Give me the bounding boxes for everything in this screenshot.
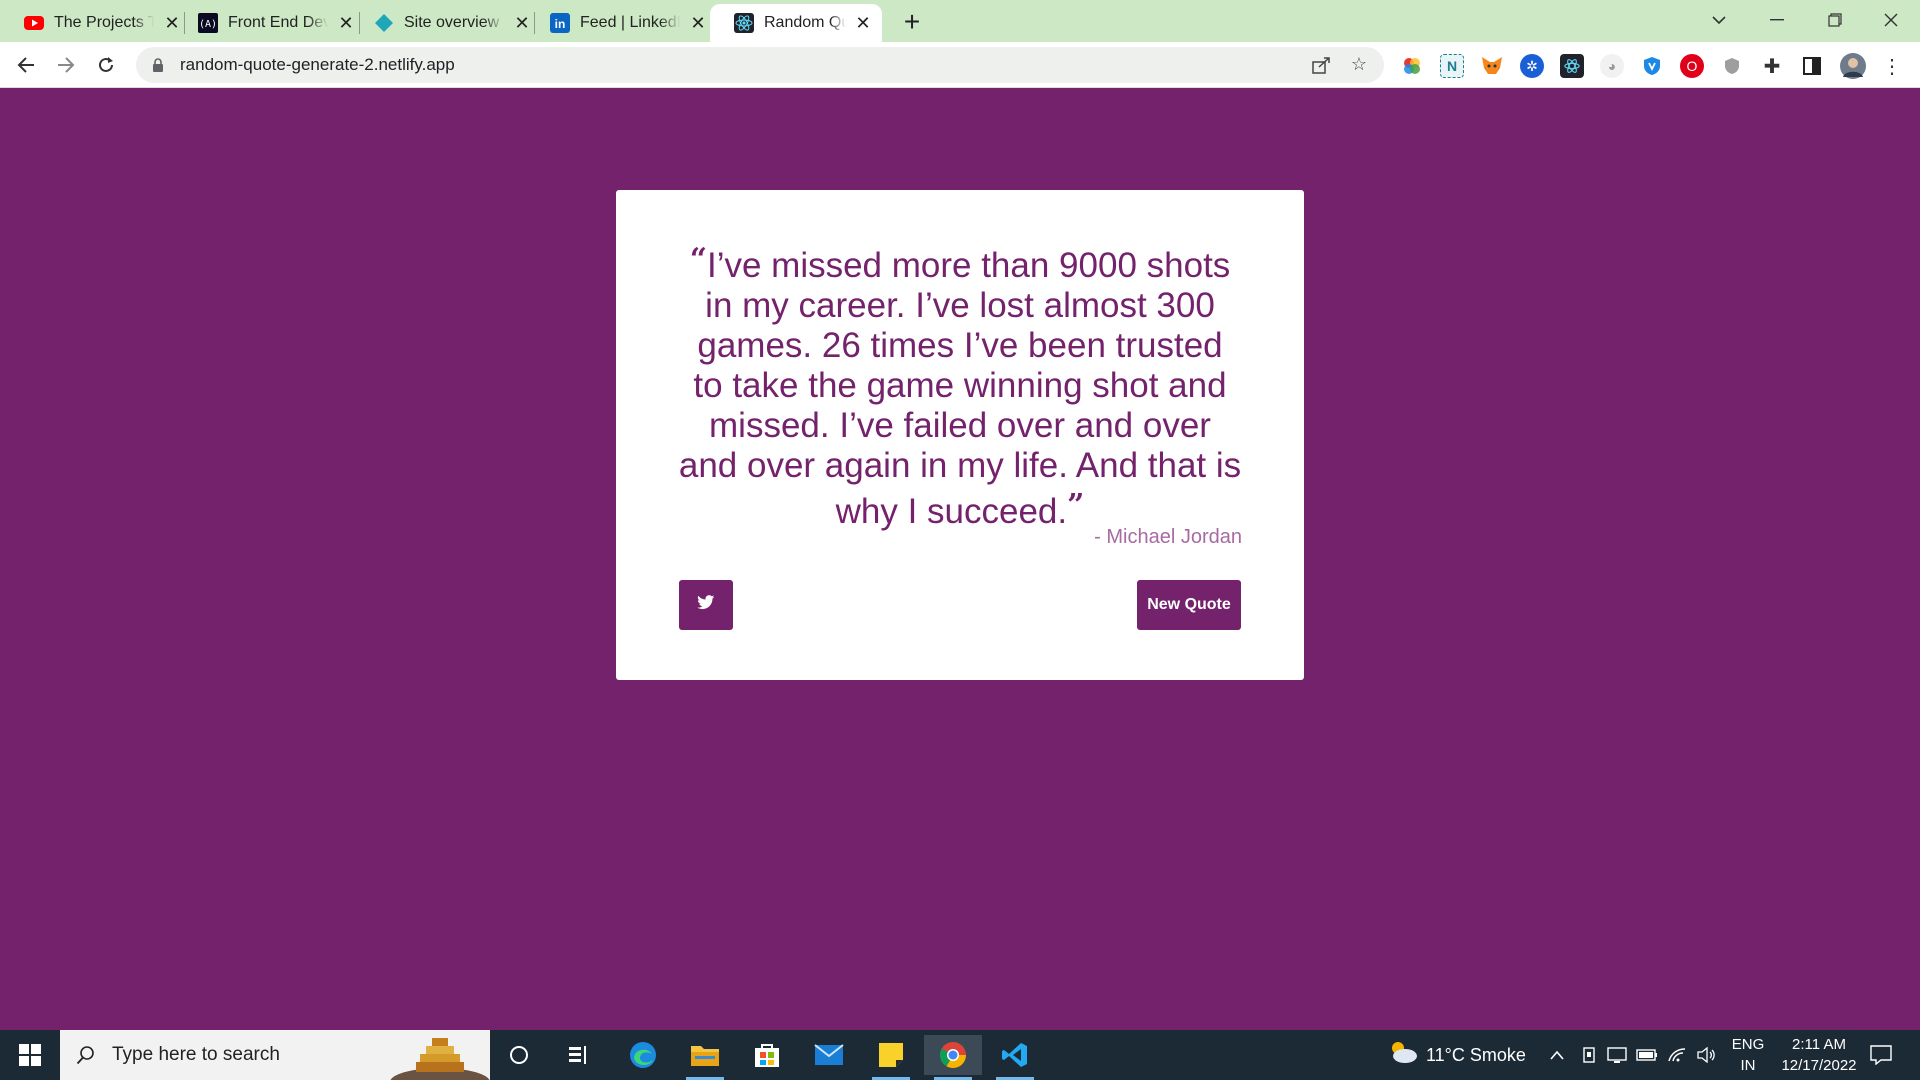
battery-icon[interactable] <box>1636 1043 1658 1067</box>
weather-text[interactable]: 11°C Smoke <box>1426 1045 1526 1066</box>
lock-icon[interactable] <box>150 57 166 73</box>
panda-extension-icon[interactable]: ◕ <box>1600 54 1624 78</box>
back-arrow-icon[interactable] <box>10 49 42 81</box>
reload-icon[interactable] <box>90 49 122 81</box>
search-icon <box>76 1045 96 1065</box>
more-menu-icon[interactable]: ⋮ <box>1880 54 1904 78</box>
tab-title: Site overview | <box>404 14 504 31</box>
display-settings-icon[interactable] <box>1606 1043 1628 1067</box>
clock[interactable]: 2:11 AM 12/17/2022 <box>1772 1036 1866 1074</box>
tab-title: Random Quote <box>764 14 847 31</box>
url-text[interactable]: random-quote-generate-2.netlify.app <box>180 55 455 75</box>
edge-browser-icon[interactable] <box>614 1035 672 1075</box>
tab-strip: The Projects Th ✕ (A) Front End Dev ✕ Si… <box>0 0 1920 42</box>
search-highlight-illustration <box>390 1032 490 1080</box>
tab-title: Front End Dev <box>228 14 328 31</box>
bookmark-star-icon[interactable]: ☆ <box>1348 53 1370 75</box>
notification-center-icon[interactable] <box>1866 1043 1896 1067</box>
input-language[interactable]: ENG IN <box>1728 1036 1768 1074</box>
weather-cloud-icon[interactable] <box>1386 1040 1420 1064</box>
address-bar[interactable]: random-quote-generate-2.netlify.app ☆ <box>136 47 1384 83</box>
close-window-icon[interactable] <box>1862 0 1920 40</box>
volume-icon[interactable] <box>1696 1043 1718 1067</box>
react-icon <box>734 13 754 33</box>
wifi-icon[interactable] <box>1666 1043 1688 1067</box>
region-code: IN <box>1740 1057 1756 1074</box>
shield-extension-icon[interactable] <box>1640 54 1664 78</box>
react-devtools-icon[interactable] <box>1560 54 1584 78</box>
tab-title: Feed | LinkedIn <box>580 14 680 31</box>
windows-start-icon[interactable] <box>0 1030 60 1080</box>
tab-freecodecamp[interactable]: (A) Front End Dev ✕ <box>174 4 366 42</box>
clock-date: 12/17/2022 <box>1781 1057 1857 1074</box>
minimize-icon[interactable] <box>1748 0 1806 40</box>
show-hidden-icons-chevron-icon[interactable] <box>1546 1043 1568 1067</box>
close-tab-icon[interactable]: ✕ <box>854 13 872 33</box>
share-icon[interactable] <box>1310 54 1332 76</box>
mail-icon[interactable] <box>800 1035 858 1075</box>
close-quote-icon: ” <box>1067 488 1085 523</box>
quote-author: - Michael Jordan <box>1094 526 1242 548</box>
blue-extension-icon[interactable]: ✲ <box>1520 54 1544 78</box>
restore-icon[interactable] <box>1806 0 1864 40</box>
color-picker-extension-icon[interactable] <box>1400 54 1424 78</box>
device-icon[interactable] <box>1578 1043 1600 1067</box>
privacy-shield-icon[interactable] <box>1720 54 1744 78</box>
new-tab-button[interactable]: + <box>896 6 928 38</box>
metamask-fox-icon[interactable] <box>1480 54 1504 78</box>
svg-text:in: in <box>555 17 566 31</box>
tweet-quote-button[interactable] <box>679 580 733 630</box>
vscode-icon[interactable] <box>986 1035 1044 1080</box>
tab-netlify[interactable]: Site overview | ✕ <box>350 4 542 42</box>
opera-extension-icon[interactable]: O <box>1680 54 1704 78</box>
quote-body: I’ve missed more than 9000 shots in my c… <box>678 246 1242 531</box>
forward-arrow-icon[interactable] <box>50 49 82 81</box>
side-panel-icon[interactable] <box>1800 54 1824 78</box>
freecodecamp-icon: (A) <box>198 13 218 33</box>
quote-text: “I’ve missed more than 9000 shots in my … <box>678 240 1242 532</box>
tab-search-chevron-icon[interactable] <box>1690 0 1748 40</box>
extensions-puzzle-icon[interactable]: ✚ <box>1760 54 1784 78</box>
tab-youtube[interactable]: The Projects Th ✕ <box>0 4 192 42</box>
profile-avatar[interactable] <box>1840 53 1866 79</box>
linkedin-icon: in <box>550 13 570 33</box>
chrome-browser-icon[interactable] <box>924 1035 982 1080</box>
notion-extension-icon[interactable]: N <box>1440 54 1464 78</box>
open-quote-icon: “ <box>689 242 707 277</box>
sticky-notes-icon[interactable] <box>862 1035 920 1080</box>
svg-text:(A): (A) <box>199 19 217 30</box>
microsoft-store-icon[interactable] <box>738 1035 796 1075</box>
tab-title: The Projects Th <box>54 14 154 31</box>
search-placeholder[interactable]: Type here to search <box>112 1044 280 1066</box>
cortana-circle-icon[interactable] <box>490 1035 548 1075</box>
new-quote-button[interactable]: New Quote <box>1137 580 1241 630</box>
task-view-icon[interactable] <box>550 1035 608 1075</box>
twitter-icon <box>697 595 715 615</box>
file-explorer-icon[interactable] <box>676 1035 734 1080</box>
youtube-icon <box>24 13 44 33</box>
netlify-icon <box>374 13 394 33</box>
tab-linkedin[interactable]: in Feed | LinkedIn ✕ <box>526 4 718 42</box>
language-code: ENG <box>1731 1036 1765 1053</box>
tab-random-quote[interactable]: Random Quote ✕ <box>710 4 882 42</box>
clock-time: 2:11 AM <box>1792 1036 1846 1053</box>
quote-box: “I’ve missed more than 9000 shots in my … <box>616 190 1304 680</box>
taskbar-search-box[interactable]: Type here to search <box>60 1030 490 1080</box>
close-tab-icon[interactable]: ✕ <box>688 13 708 33</box>
browser-toolbar: random-quote-generate-2.netlify.app ☆ N … <box>0 42 1920 88</box>
windows-taskbar: Type here to search 11°C Smoke ENG IN 2:… <box>0 1030 1920 1080</box>
